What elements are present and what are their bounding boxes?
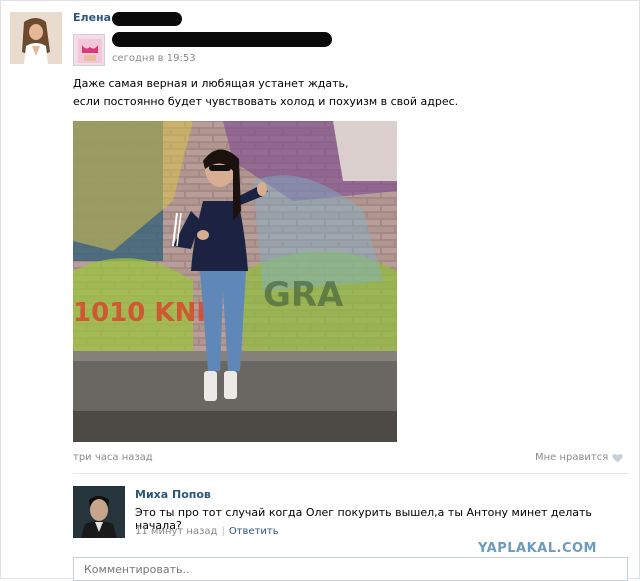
like-button[interactable]: Мне нравится xyxy=(535,452,623,463)
watermark: YAPLAKAL.COM xyxy=(478,541,597,556)
comment-input[interactable]: Комментировать.. xyxy=(73,557,628,581)
post-photo[interactable]: 1010 KNF GRA xyxy=(73,121,397,442)
commenter-avatar[interactable] xyxy=(73,486,125,538)
divider xyxy=(73,473,628,474)
svg-text:1010 KNF: 1010 KNF xyxy=(73,298,214,328)
svg-text:GRA: GRA xyxy=(263,275,344,315)
redaction-bar xyxy=(112,12,182,26)
reply-link[interactable]: Ответить xyxy=(229,526,279,537)
separator: | xyxy=(221,526,225,537)
post-text-line: если постоянно будет чувствовать холод и… xyxy=(73,95,459,108)
like-label: Мне нравится xyxy=(535,452,609,463)
author-name[interactable]: Елена xyxy=(73,11,111,24)
attachment-thumbnail[interactable] xyxy=(73,34,105,66)
post-text-line: Даже самая верная и любящая устанет ждат… xyxy=(73,77,349,90)
redaction-bar xyxy=(112,32,332,47)
post-timestamp[interactable]: сегодня в 19:53 xyxy=(112,53,196,64)
author-avatar[interactable] xyxy=(10,12,62,64)
heart-icon xyxy=(612,453,623,463)
comment-time[interactable]: 11 минут назад xyxy=(135,526,217,537)
commenter-name[interactable]: Миха Попов xyxy=(135,488,211,501)
post-relative-time[interactable]: три часа назад xyxy=(73,452,153,463)
post-text: Даже самая верная и любящая устанет ждат… xyxy=(73,75,458,111)
comment-meta: 11 минут назад | Ответить xyxy=(135,526,279,537)
